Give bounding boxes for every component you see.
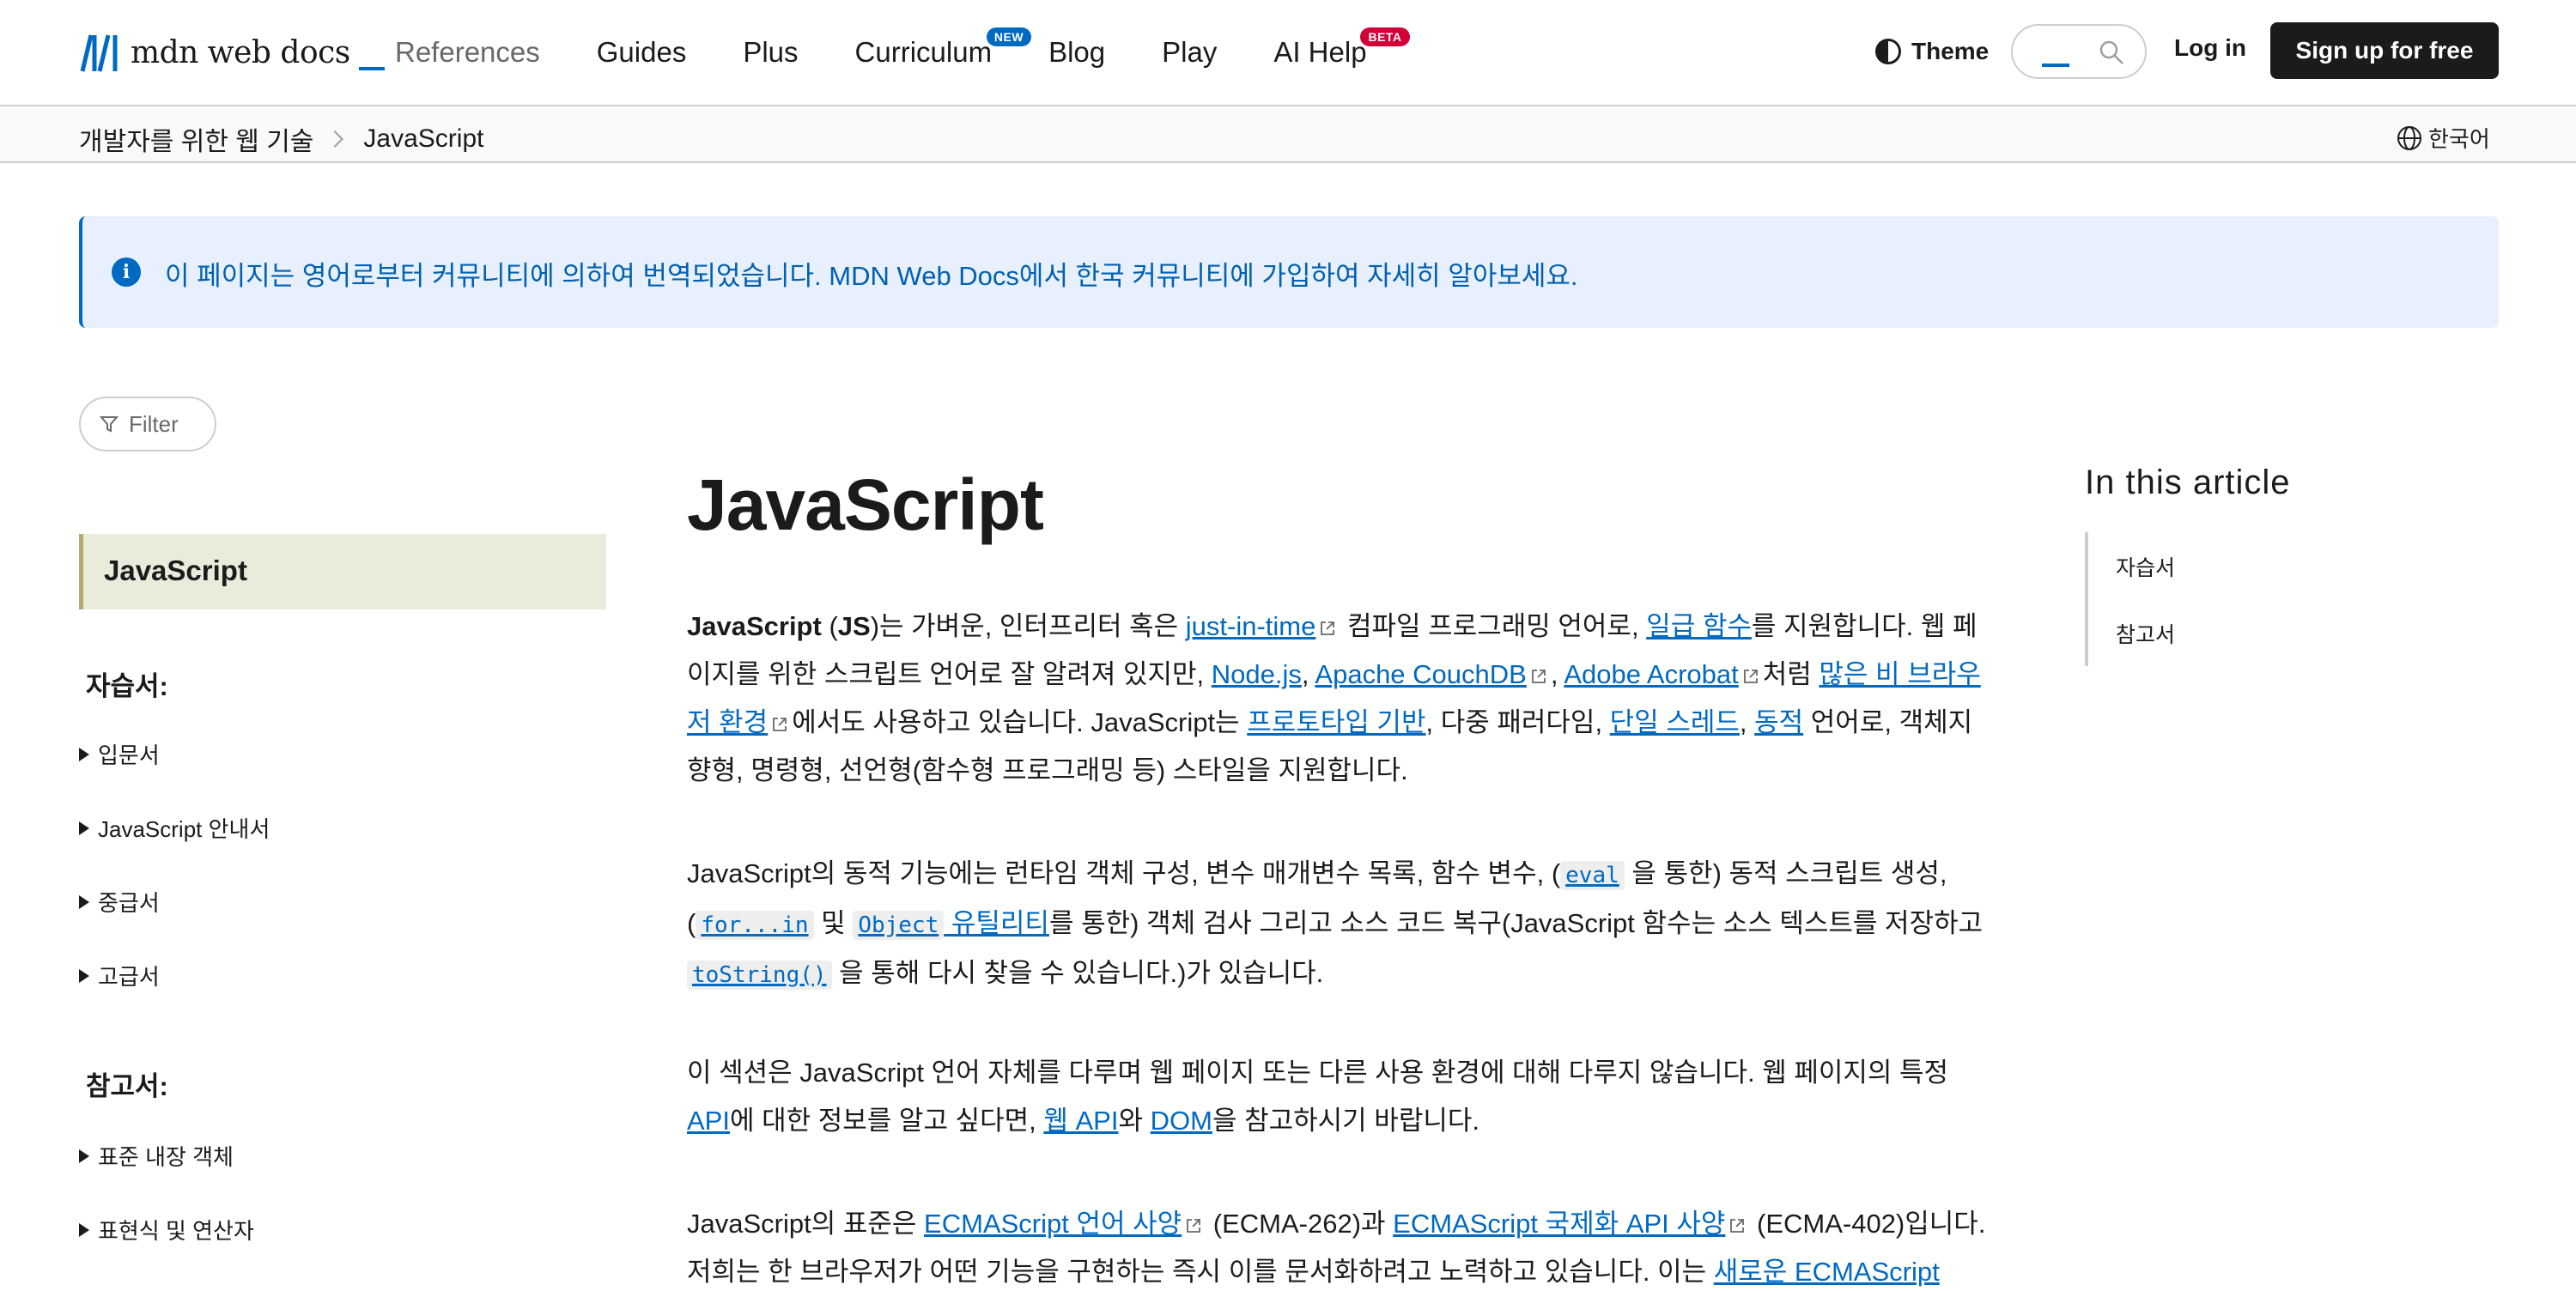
- sidebar-heading-tutorials: 자습서:: [86, 671, 168, 701]
- notice-text[interactable]: 이 페이지는 영어로부터 커뮤니티에 의하여 번역되었습니다. MDN Web …: [165, 254, 1578, 293]
- theme-button[interactable]: Theme: [1875, 34, 1989, 69]
- sidebar-heading-reference: 참고서:: [86, 1071, 168, 1101]
- menu-plus[interactable]: Plus: [743, 36, 798, 69]
- external-link-icon: [1321, 621, 1335, 635]
- filter-label: Filter: [129, 410, 179, 437]
- logo-text: mdn web docs: [131, 34, 350, 70]
- main-menu: References Guides Plus Curriculum NEW Bl…: [395, 27, 1424, 74]
- mdn-logo[interactable]: mdn web docs: [79, 31, 385, 74]
- link-ecma-402[interactable]: ECMAScript 국제화 API 사양: [1393, 1209, 1725, 1239]
- info-icon: i: [112, 258, 141, 287]
- logo-cursor: [358, 67, 385, 70]
- theme-icon: [1875, 39, 1901, 64]
- toc-item-reference[interactable]: 참고서: [2116, 618, 2175, 649]
- breadcrumb-item-javascript[interactable]: JavaScript: [363, 124, 483, 154]
- menu-ai-help[interactable]: AI Help BETA: [1273, 27, 1410, 69]
- beta-badge: BETA: [1360, 27, 1410, 46]
- external-link-icon: [773, 718, 787, 731]
- menu-play[interactable]: Play: [1162, 36, 1217, 69]
- disclosure-triangle-icon: [79, 747, 89, 761]
- link-nodejs[interactable]: Node.js: [1212, 659, 1302, 689]
- link-eval[interactable]: eval: [1560, 858, 1625, 890]
- link-apache-couchdb[interactable]: Apache CouchDB: [1315, 659, 1526, 689]
- link-tostring[interactable]: toString(): [687, 958, 832, 990]
- external-link-icon: [1730, 1219, 1745, 1233]
- translation-notice: i 이 페이지는 영어로부터 커뮤니티에 의하여 번역되었습니다. MDN We…: [79, 216, 2499, 328]
- globe-icon: [2397, 125, 2421, 150]
- menu-blog[interactable]: Blog: [1048, 36, 1105, 69]
- article-paragraph-2: JavaScript의 동적 기능에는 런타임 객체 구성, 변수 매개변수 목…: [687, 858, 1984, 990]
- link-api[interactable]: API: [687, 1106, 730, 1136]
- disclosure-triangle-icon: [79, 968, 89, 983]
- sidebar-item-javascript[interactable]: JavaScript: [79, 534, 606, 609]
- link-new-ecmascript[interactable]: 새로운 ECMAScript: [1714, 1257, 1940, 1287]
- disclosure-triangle-icon: [79, 1149, 89, 1163]
- link-object-utilities[interactable]: Object 유틸리티: [853, 908, 1049, 940]
- sidebar-item-intermediate[interactable]: 중급서: [79, 886, 160, 918]
- link-prototype-based[interactable]: 프로토타입 기반: [1247, 707, 1425, 737]
- article-paragraph-4: JavaScript의 표준은 ECMAScript 언어 사양 (ECMA-2…: [687, 1209, 1986, 1287]
- toc-divider: [2085, 532, 2088, 666]
- page-title: JavaScript: [687, 464, 1044, 545]
- search-icon: [2099, 40, 2123, 64]
- new-badge: NEW: [986, 27, 1032, 46]
- filter-icon: [100, 416, 118, 433]
- language-switcher[interactable]: 한국어: [2396, 122, 2490, 154]
- link-dynamic[interactable]: 동적: [1754, 707, 1803, 737]
- link-dom[interactable]: DOM: [1151, 1106, 1212, 1136]
- signup-button[interactable]: Sign up for free: [2270, 22, 2499, 79]
- menu-curriculum[interactable]: Curriculum NEW: [855, 27, 1032, 69]
- article-paragraph-3: 이 섹션은 JavaScript 언어 자체를 다루며 웹 페이지 또는 다른 …: [687, 1058, 1949, 1136]
- disclosure-triangle-icon: [79, 894, 89, 909]
- article-paragraph-1: JavaScript (JS)는 가벼운, 인터프리터 혹은 just-in-t…: [687, 611, 1981, 785]
- link-ecma-262[interactable]: ECMAScript 언어 사양: [924, 1209, 1182, 1239]
- search-cursor: [2042, 64, 2069, 67]
- sidebar-item-intro[interactable]: 입문서: [79, 738, 160, 770]
- link-for-in[interactable]: for...in: [696, 908, 814, 940]
- chevron-right-icon: [326, 130, 344, 148]
- breadcrumb-bar: 개발자를 위한 웹 기술 JavaScript 한국어: [0, 108, 2576, 163]
- external-link-icon: [1743, 670, 1758, 683]
- sidebar-item-guide[interactable]: JavaScript 안내서: [79, 812, 270, 844]
- link-web-api[interactable]: 웹 API: [1043, 1106, 1118, 1136]
- menu-guides[interactable]: Guides: [597, 36, 687, 69]
- disclosure-triangle-icon: [79, 1222, 89, 1237]
- disclosure-triangle-icon: [79, 821, 89, 835]
- external-link-icon: [1531, 670, 1546, 683]
- mdn-logo-icon: [80, 34, 118, 72]
- search-input[interactable]: [2011, 24, 2147, 79]
- toc-item-tutorials[interactable]: 자습서: [2116, 551, 2175, 582]
- theme-label: Theme: [1911, 38, 1990, 64]
- breadcrumb: 개발자를 위한 웹 기술 JavaScript: [79, 120, 483, 158]
- toc-title: In this article: [2085, 464, 2291, 501]
- menu-references[interactable]: References: [395, 36, 540, 69]
- link-just-in-time[interactable]: just-in-time: [1186, 611, 1316, 641]
- sidebar-item-builtin-objects[interactable]: 표준 내장 객체: [79, 1140, 234, 1172]
- sidebar-filter-button[interactable]: Filter: [79, 397, 216, 452]
- link-single-thread[interactable]: 단일 스레드: [1610, 707, 1740, 737]
- article-header: JavaScript: [687, 464, 1992, 547]
- breadcrumb-item-web-tech[interactable]: 개발자를 위한 웹 기술: [79, 120, 313, 158]
- language-label: 한국어: [2428, 126, 2490, 152]
- sidebar-item-expressions-operators[interactable]: 표현식 및 연산자: [79, 1214, 254, 1246]
- login-link[interactable]: Log in: [2174, 34, 2246, 62]
- top-navigation: mdn web docs References Guides Plus Curr…: [0, 0, 2576, 106]
- sidebar-item-advanced[interactable]: 고급서: [79, 960, 160, 991]
- link-adobe-acrobat[interactable]: Adobe Acrobat: [1564, 659, 1738, 689]
- link-first-class-function[interactable]: 일급 함수: [1646, 611, 1752, 641]
- external-link-icon: [1187, 1219, 1201, 1233]
